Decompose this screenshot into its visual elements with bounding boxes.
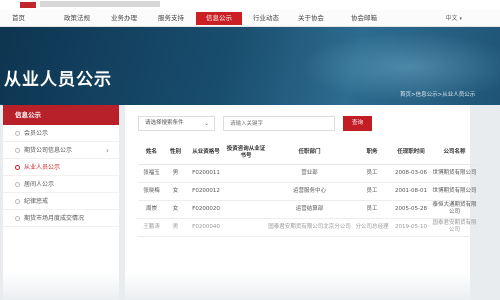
chevron-down-icon: ▾ [459, 16, 462, 22]
cell-department: 运营结算部 [266, 200, 353, 219]
main-content: 请选择搜索条件 ⌄ 查询 姓名 性别 从业资格号 投资咨询从业证书号 任职部门 … [125, 105, 478, 300]
cell-company: 世博期货有限公司 [431, 164, 478, 183]
bullet-icon [15, 182, 20, 187]
logo[interactable] [20, 2, 36, 8]
cell-qualification-no: F0200040 [186, 218, 226, 237]
cell-position: 员工 [353, 164, 391, 183]
search-condition-value: 请选择搜索条件 [145, 120, 184, 126]
cell-company: 泰恒大通期货有限公司 [431, 200, 478, 219]
chevron-down-icon: ⌄ [203, 120, 209, 127]
logo-text [40, 1, 160, 7]
column-header: 性别 [165, 142, 186, 165]
sidebar-item-label: 纪律惩戒 [24, 198, 49, 205]
cell-department: 运营服务中心 [266, 182, 353, 201]
table-row: 张福玉 男 F0200011 营业部 员工 2008-03-06 世博期货有限公… [138, 164, 478, 183]
sidebar-item-members[interactable]: 会员公示 [3, 125, 119, 142]
cell-department: 国泰君安期货有限公司北京分公司 [266, 218, 353, 237]
sidebar: 信息公示 会员公示 期货公司信息公示 › 从业人员公示 居间人公示 纪律惩戒 期… [3, 105, 119, 300]
main-nav: 首页 政策法规 业务办理 服务支持 信息公示 行业动态 关于协会 协会邮箱 中文… [0, 10, 500, 27]
column-header: 任职部门 [266, 142, 353, 165]
sidebar-item-discipline[interactable]: 纪律惩戒 [3, 193, 119, 210]
cell-start-date: 2019-05-10 [391, 218, 431, 237]
column-header: 从业资格号 [186, 142, 226, 165]
sidebar-item-label: 期货公司信息公示 [24, 147, 73, 154]
sidebar-item-label: 从业人员公示 [24, 164, 61, 171]
column-header: 公司名称 [431, 142, 478, 165]
search-condition-select[interactable]: 请选择搜索条件 ⌄ [138, 116, 215, 131]
cell-consulting-cert-no [226, 164, 266, 183]
sidebar-item-monthly-trading[interactable]: 期货市场月度成交情况 [3, 210, 119, 227]
cell-gender: 男 [165, 164, 186, 183]
cell-position: 分公司总经理 [353, 218, 391, 237]
cell-position: 员工 [353, 200, 391, 219]
cell-qualification-no: F0200020 [186, 200, 226, 219]
nav-item-about[interactable]: 关于协会 [290, 12, 332, 25]
nav-item-disclosure[interactable]: 信息公示 [196, 12, 242, 25]
column-header: 投资咨询从业证书号 [226, 142, 266, 165]
cell-gender: 女 [165, 200, 186, 219]
cell-qualification-no: F0200012 [186, 182, 226, 201]
cell-position: 员工 [353, 182, 391, 201]
cell-consulting-cert-no [226, 182, 266, 201]
breadcrumb[interactable]: 首页>信息公示>从业人员公示 [400, 90, 475, 98]
nav-item-policy[interactable]: 政策法规 [58, 12, 96, 25]
cell-start-date: 2008-03-06 [391, 164, 431, 183]
cell-gender: 男 [165, 218, 186, 237]
bullet-icon [15, 216, 20, 221]
cell-name: 张福玉 [138, 164, 165, 183]
sidebar-item-practitioners[interactable]: 从业人员公示 [3, 159, 119, 176]
practitioner-table: 姓名 性别 从业资格号 投资咨询从业证书号 任职部门 职务 任现职时间 公司名称… [138, 142, 478, 237]
cell-gender: 女 [165, 182, 186, 201]
cell-company: 国泰君安期货有限公司 [431, 218, 478, 237]
bullet-icon [15, 165, 20, 170]
nav-item-home[interactable]: 首页 [2, 12, 35, 25]
sidebar-header: 信息公示 [3, 105, 119, 125]
nav-item-business[interactable]: 业务办理 [104, 12, 144, 25]
cell-name: 王鹏涛 [138, 218, 165, 237]
language-switcher[interactable]: 中文 ▾ [445, 13, 462, 22]
table-row: 张晓梅 女 F0200012 运营服务中心 员工 2001-08-01 世博期货… [138, 182, 478, 201]
column-header: 姓名 [138, 142, 165, 165]
bullet-icon [15, 131, 20, 136]
table-row: 周崇 女 F0200020 运营结算部 员工 2005-05-28 泰恒大通期货… [138, 200, 478, 219]
cell-department: 营业部 [266, 164, 353, 183]
bullet-icon [15, 199, 20, 204]
table-row: 王鹏涛 男 F0200040 国泰君安期货有限公司北京分公司 分公司总经理 20… [138, 218, 478, 237]
table-header-row: 姓名 性别 从业资格号 投资咨询从业证书号 任职部门 职务 任现职时间 公司名称 [138, 142, 478, 165]
sidebar-item-label: 会员公示 [24, 130, 49, 137]
language-label: 中文 [445, 15, 458, 22]
column-header: 职务 [353, 142, 391, 165]
search-button[interactable]: 查询 [343, 116, 372, 131]
nav-item-mailbox[interactable]: 协会邮箱 [344, 12, 384, 25]
search-input[interactable] [223, 116, 335, 131]
sidebar-item-company-info[interactable]: 期货公司信息公示 › [3, 142, 119, 159]
top-strip [0, 0, 500, 10]
cell-name: 周崇 [138, 200, 165, 219]
cell-consulting-cert-no [226, 218, 266, 237]
nav-item-news[interactable]: 行业动态 [246, 12, 286, 25]
page-banner: 从业人员公示 首页>信息公示>从业人员公示 [0, 27, 500, 105]
cell-start-date: 2005-05-28 [391, 200, 431, 219]
nav-item-service[interactable]: 服务支持 [150, 12, 192, 25]
column-header: 任现职时间 [391, 142, 431, 165]
cell-qualification-no: F0200011 [186, 164, 226, 183]
cell-start-date: 2001-08-01 [391, 182, 431, 201]
sidebar-item-label: 居间人公示 [24, 181, 55, 188]
sidebar-item-intermediaries[interactable]: 居间人公示 [3, 176, 119, 193]
bullet-icon [15, 148, 20, 153]
page-title: 从业人员公示 [4, 70, 112, 90]
sidebar-item-label: 期货市场月度成交情况 [24, 215, 85, 222]
chevron-right-icon: › [105, 146, 109, 155]
cell-consulting-cert-no [226, 200, 266, 219]
cell-name: 张晓梅 [138, 182, 165, 201]
cell-company: 世博期货有限公司 [431, 182, 478, 201]
